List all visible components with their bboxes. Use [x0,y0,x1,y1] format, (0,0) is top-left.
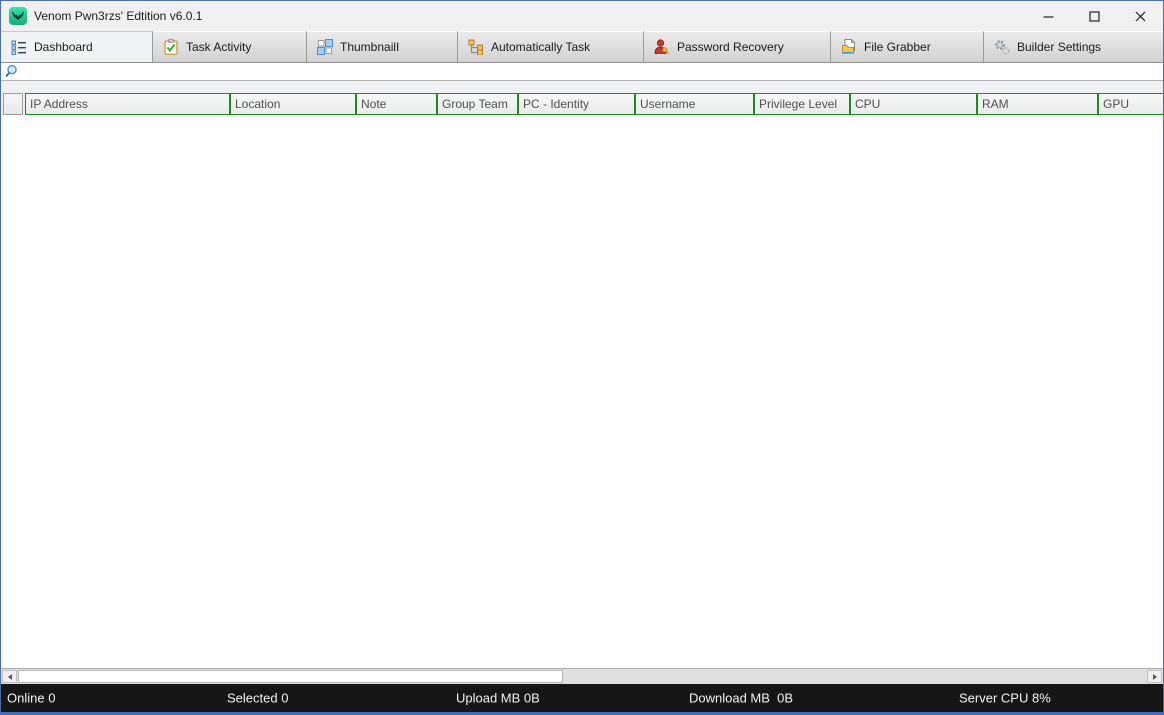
file-folder-icon [842,39,855,54]
tab-dashboard[interactable]: Dashboard [1,31,153,62]
status-online: Online 0 [7,690,56,706]
search-button[interactable] [1,63,23,80]
tab-thumbnail[interactable]: ThumbnailI [307,31,458,62]
search-toolbar [1,63,1163,81]
column-header-privilege-level[interactable]: Privilege Level [754,93,850,115]
maximize-button[interactable] [1071,1,1117,31]
title-bar: Venom Pwn3rzs' Edtition v6.0.1 [1,1,1163,31]
tab-label: File Grabber [864,40,931,54]
tab-label: Password Recovery [677,40,784,54]
status-bar: Online 0 Selected 0 Upload MB 0B Downloa… [1,684,1163,714]
table-header-row: IP Address Location Note Group Team PC -… [1,93,1163,115]
search-input[interactable] [23,63,1163,80]
maximize-icon [1088,10,1100,22]
row-selector-header-cell [3,93,23,115]
tab-label: ThumbnailI [340,40,400,54]
app-window: Venom Pwn3rzs' Edtition v6.0.1 Dashboard… [0,0,1164,715]
toolbar-gap [1,81,1163,93]
status-download: Download MB 0B [689,690,794,706]
column-header-note[interactable]: Note [356,93,437,115]
minimize-button[interactable] [1025,1,1071,31]
hierarchy-icon [468,39,483,55]
tab-label: Task Activity [186,40,252,54]
window-controls [1025,1,1163,31]
tab-label: Automatically Task [491,40,591,54]
tab-password-recovery[interactable]: Password Recovery [644,31,831,62]
status-upload: Upload MB 0B [456,690,540,706]
task-clipboard-icon [164,39,178,55]
tab-automatically-task[interactable]: Automatically Task [458,31,644,62]
dashboard-list-icon [11,40,26,55]
gears-icon [995,40,1010,55]
horizontal-scrollbar[interactable] [1,668,1163,684]
minimize-icon [1043,15,1053,18]
column-header-ip-address[interactable]: IP Address [25,93,230,115]
close-icon [1135,11,1145,21]
column-header-group-team[interactable]: Group Team [437,93,518,115]
user-key-icon [654,39,670,55]
column-header-cpu[interactable]: CPU [850,93,977,115]
tab-task-activity[interactable]: Task Activity [153,31,307,62]
close-button[interactable] [1117,1,1163,31]
column-header-ram[interactable]: RAM [977,93,1098,115]
scroll-left-arrow-icon[interactable] [2,670,17,683]
tab-file-grabber[interactable]: File Grabber [831,31,984,62]
table-body-empty [1,115,1163,668]
search-magnifier-icon [4,64,17,77]
tab-label: Builder Settings [1017,40,1102,54]
status-selected: Selected 0 [227,690,289,706]
tab-bar: Dashboard Task Activity ThumbnailI Autom… [1,31,1163,63]
status-server-cpu: Server CPU 8% [959,690,1051,706]
window-title: Venom Pwn3rzs' Edtition v6.0.1 [34,9,203,23]
thumbnail-grid-icon [317,39,333,55]
tab-builder-settings[interactable]: Builder Settings [984,31,1163,62]
tab-label: Dashboard [34,40,93,54]
venom-logo-icon [9,7,27,25]
scroll-right-arrow-icon[interactable] [1147,670,1162,683]
scrollbar-thumb[interactable] [18,670,563,683]
column-header-username[interactable]: Username [635,93,754,115]
column-header-gpu[interactable]: GPU [1098,93,1163,115]
column-header-pc-identity[interactable]: PC - Identity [518,93,635,115]
column-header-location[interactable]: Location [230,93,356,115]
